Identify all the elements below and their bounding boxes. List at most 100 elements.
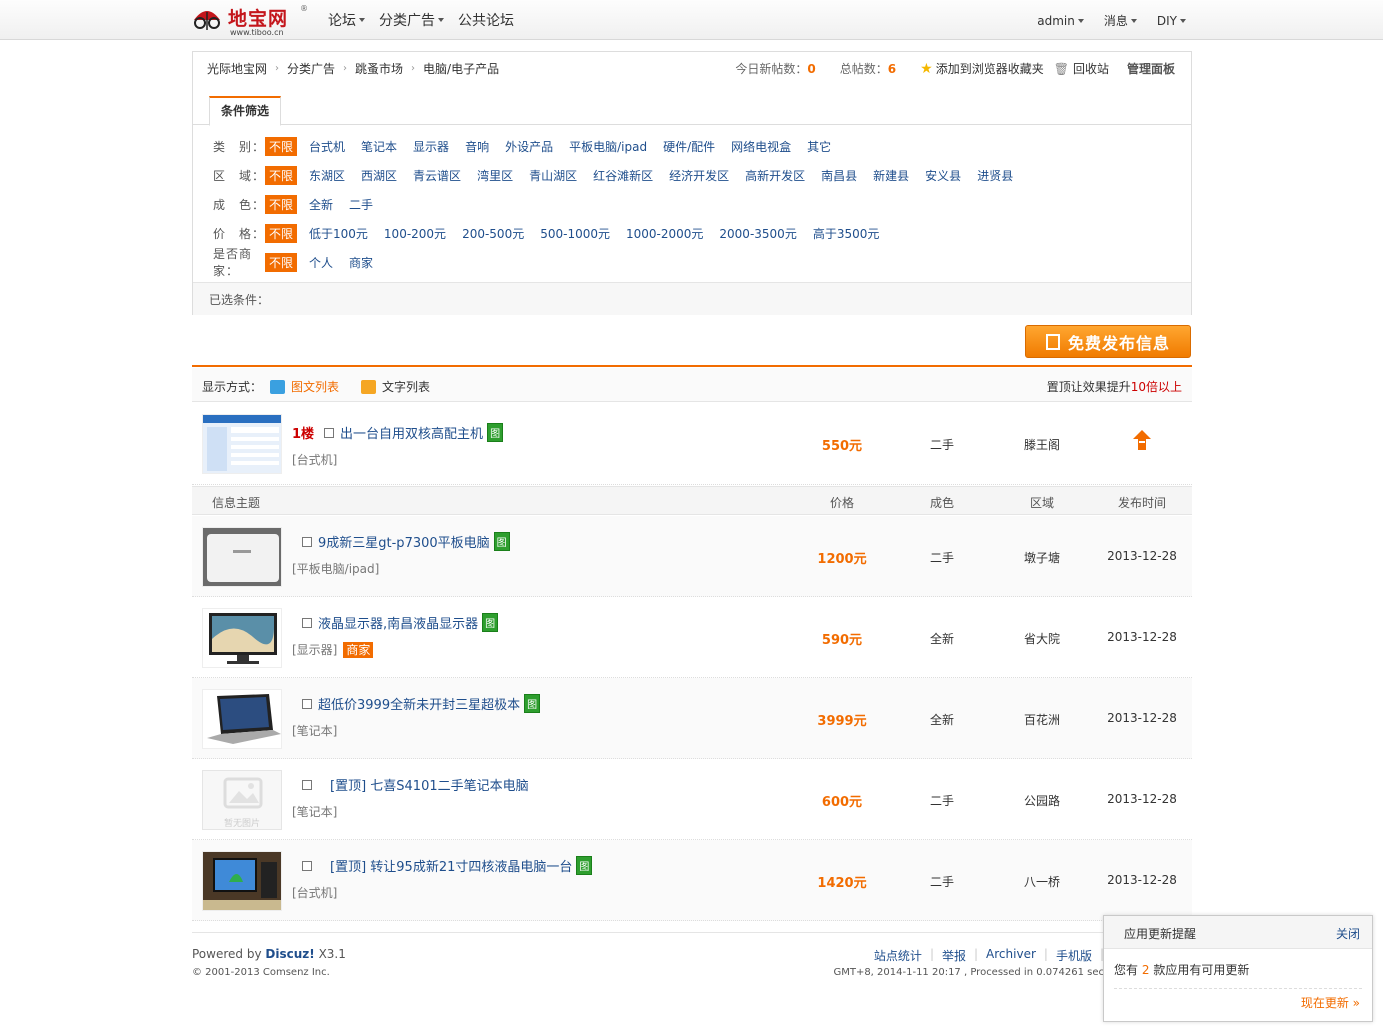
post-price: 1200元 [817, 552, 867, 567]
post-free-info-button[interactable]: 免费发布信息 [1025, 325, 1191, 358]
post-thumbnail[interactable] [202, 608, 282, 668]
filter-option[interactable]: 网络电视盒 [731, 138, 791, 155]
filter-option[interactable]: 外设产品 [505, 138, 553, 155]
popup-close-button[interactable]: 关闭 [1336, 925, 1360, 942]
post-thumbnail[interactable]: 暂无图片 [202, 770, 282, 830]
filter-option[interactable]: 平板电脑/ipad [569, 138, 647, 155]
breadcrumb-electronics[interactable]: 电脑/电子产品 [423, 60, 499, 77]
filter-option[interactable]: 湾里区 [477, 167, 513, 184]
breadcrumb-home[interactable]: 光际地宝网 [207, 60, 267, 77]
post-title-link[interactable]: [置顶] 转让95成新21寸四核液晶电脑一台 [330, 856, 572, 875]
bookmark-link[interactable]: 添加到浏览器收藏夹 [936, 60, 1044, 77]
filter-option[interactable]: 新建县 [873, 167, 909, 184]
filter-option[interactable]: 200-500元 [462, 225, 524, 242]
filter-nolimit[interactable]: 不限 [265, 165, 298, 185]
filter-nolimit[interactable]: 不限 [265, 223, 298, 243]
filter-option[interactable]: 青山湖区 [529, 167, 577, 184]
filter-option[interactable]: 安义县 [925, 167, 961, 184]
filter-option[interactable]: 全新 [309, 196, 333, 213]
view-picture-list[interactable]: 图文列表 [291, 378, 339, 395]
nav-classifieds[interactable]: 分类广告 [379, 10, 444, 30]
post-thumbnail[interactable] [202, 851, 282, 911]
nav-forum[interactable]: 论坛 [328, 10, 365, 30]
filter-option[interactable]: 台式机 [309, 138, 345, 155]
promo-text[interactable]: 置顶让效果提升10倍以上 [1047, 378, 1182, 395]
post-area: 八一桥 [1023, 875, 1060, 889]
filter-option[interactable]: 低于100元 [309, 225, 368, 242]
tab-filter[interactable]: 条件筛选 [209, 96, 281, 126]
admin-panel-link[interactable]: 管理面板 [1127, 60, 1175, 77]
post-free-info-label: 免费发布信息 [1067, 333, 1170, 353]
today-posts-count: 0 [807, 61, 816, 76]
table-row[interactable]: 9成新三星gt-p7300平板电脑图 [平板电脑/ipad] 1200元 二手 … [192, 516, 1192, 597]
filter-option[interactable]: 1000-2000元 [626, 225, 703, 242]
filter-option[interactable]: 青云谱区 [413, 167, 461, 184]
footer-link-mobile[interactable]: 手机版 [1056, 947, 1092, 964]
filter-option[interactable]: 经济开发区 [669, 167, 729, 184]
post-title-link[interactable]: 液晶显示器,南昌液晶显示器 [318, 613, 478, 632]
nav-public-forum[interactable]: 公共论坛 [458, 10, 514, 30]
filter-option[interactable]: 100-200元 [384, 225, 446, 242]
tablet-image [203, 528, 281, 586]
footer-link-report[interactable]: 举报 [942, 947, 966, 964]
messages-menu[interactable]: 消息 [1104, 12, 1137, 29]
post-thumbnail[interactable] [202, 414, 282, 474]
post-checkbox[interactable] [302, 698, 312, 709]
post-checkbox[interactable] [302, 860, 312, 871]
pin-top-icon[interactable] [1097, 429, 1187, 454]
post-checkbox[interactable] [302, 536, 312, 547]
breadcrumb-flea-market[interactable]: 跳蚤市场 [355, 60, 403, 77]
filter-option[interactable]: 个人 [309, 254, 333, 271]
table-row[interactable]: [置顶] 转让95成新21寸四核液晶电脑一台图 [台式机] 1420元 二手 八… [192, 840, 1192, 921]
post-checkbox[interactable] [302, 617, 312, 628]
discuz-link[interactable]: Discuz! [265, 947, 314, 961]
filter-option[interactable]: 红谷滩新区 [593, 167, 653, 184]
post-title-link[interactable]: [置顶] 七喜S4101二手笔记本电脑 [330, 775, 529, 794]
view-text-list[interactable]: 文字列表 [382, 378, 430, 395]
post-checkbox[interactable] [302, 779, 312, 790]
user-menu[interactable]: admin [1037, 12, 1084, 29]
filter-option[interactable]: 500-1000元 [540, 225, 610, 242]
filter-nolimit[interactable]: 不限 [265, 136, 298, 156]
breadcrumb-classifieds[interactable]: 分类广告 [287, 60, 335, 77]
table-row[interactable]: 液晶显示器,南昌液晶显示器图 [显示器] 商家 590元 全新 省大院 2013-… [192, 597, 1192, 678]
filter-option[interactable]: 高新开发区 [745, 167, 805, 184]
filter-option[interactable]: 硬件/配件 [663, 138, 715, 155]
nav-forum-label: 论坛 [328, 13, 356, 29]
logo-registered: ® [300, 4, 308, 13]
post-date: 2013-12-28 [1107, 630, 1177, 644]
filter-option[interactable]: 显示器 [413, 138, 449, 155]
site-logo[interactable]: 地宝网 ® www.tiboo.cn [192, 4, 312, 37]
filter-option[interactable]: 其它 [807, 138, 831, 155]
update-now-link[interactable]: 现在更新 » [1301, 994, 1360, 1011]
footer-link-archiver[interactable]: Archiver [986, 947, 1036, 964]
chevron-down-icon [359, 18, 365, 22]
recycle-bin-link[interactable]: 回收站 [1073, 60, 1109, 77]
filter-option[interactable]: 东湖区 [309, 167, 345, 184]
post-title-link[interactable]: 9成新三星gt-p7300平板电脑 [318, 532, 490, 551]
table-row[interactable]: 暂无图片 [置顶] 七喜S4101二手笔记本电脑 [笔记本] 600元 二手 公… [192, 759, 1192, 840]
edit-icon [1045, 333, 1060, 350]
post-title-link[interactable]: 出一台自用双核高配主机 [340, 423, 483, 442]
post-checkbox[interactable] [324, 427, 335, 438]
filter-option[interactable]: 二手 [349, 196, 373, 213]
table-row[interactable]: 超低价3999全新未开封三星超极本图 [笔记本] 3999元 全新 百花洲 20… [192, 678, 1192, 759]
filter-option[interactable]: 南昌县 [821, 167, 857, 184]
footer-link-stats[interactable]: 站点统计 [874, 947, 922, 964]
filter-option[interactable]: 商家 [349, 254, 373, 271]
filter-option[interactable]: 西湖区 [361, 167, 397, 184]
post-area: 公园路 [1023, 794, 1060, 808]
diy-menu[interactable]: DIY [1157, 12, 1186, 29]
filter-option[interactable]: 进贤县 [977, 167, 1013, 184]
post-thumbnail[interactable] [202, 527, 282, 587]
post-title-link[interactable]: 超低价3999全新未开封三星超极本 [318, 694, 520, 713]
filter-option[interactable]: 笔记本 [361, 138, 397, 155]
filter-option[interactable]: 音响 [465, 138, 489, 155]
post-thumbnail[interactable] [202, 689, 282, 749]
filter-nolimit[interactable]: 不限 [265, 194, 298, 214]
top-post-row[interactable]: 1楼 出一台自用双核高配主机 图 [台式机] 550元 二手 滕王阁 [192, 403, 1192, 485]
filter-option[interactable]: 2000-3500元 [719, 225, 796, 242]
filter-option[interactable]: 高于3500元 [813, 225, 880, 242]
filter-nolimit[interactable]: 不限 [265, 252, 298, 272]
footer-divider: | [1043, 947, 1048, 961]
